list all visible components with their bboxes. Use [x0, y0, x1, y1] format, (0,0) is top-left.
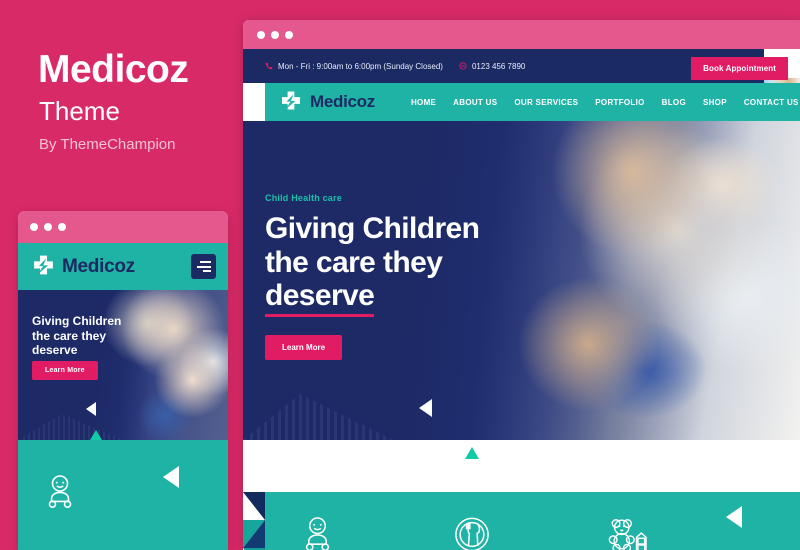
hero-title-line3: deserve	[265, 279, 375, 317]
learn-more-button[interactable]: Learn More	[265, 334, 343, 360]
triangle-up-icon	[465, 447, 479, 459]
mobile-brand[interactable]: Medicoz	[31, 254, 135, 279]
nav-item-home[interactable]: HOME	[411, 98, 436, 107]
book-appointment-button[interactable]: Book Appointment	[691, 57, 788, 80]
site-logo[interactable]: Medicoz	[279, 90, 375, 115]
features-prev-arrow[interactable]	[726, 506, 742, 528]
mobile-hero-title-line3: deserve	[32, 343, 78, 358]
hero-section: Child Health care Giving Children the ca…	[243, 121, 800, 440]
mobile-brand-name: Medicoz	[62, 255, 135, 277]
desktop-browser-chrome	[243, 20, 800, 49]
baby-icon	[301, 516, 454, 550]
mobile-hero-title: Giving Children the care they deserve	[32, 314, 121, 358]
hamburger-menu-icon[interactable]	[191, 254, 216, 279]
chrome-dot	[257, 30, 265, 39]
promo-byline: By ThemeChampion	[39, 136, 176, 153]
triangle-up-icon	[90, 430, 102, 440]
mobile-preview-window: Medicoz Giving Children the care they de…	[18, 211, 228, 550]
medical-cross-bolt-icon	[31, 254, 56, 279]
hero-title: Giving Children the care they deserve	[265, 212, 480, 317]
topbar: Mon - Fri : 9:00am to 6:00pm (Sunday Clo…	[243, 49, 764, 83]
chrome-dot	[58, 223, 66, 231]
hero-prev-arrow[interactable]	[419, 399, 432, 417]
nav-item-contact-us[interactable]: CONTACT US	[744, 98, 799, 107]
promo-panel: Medicoz Theme By ThemeChampion Medicoz G…	[0, 0, 240, 550]
topbar-phone[interactable]: 0123 456 7890	[459, 62, 525, 71]
mobile-navbar: Medicoz	[18, 243, 228, 290]
hero-title-line2: the care they	[265, 245, 443, 279]
nav-item-shop[interactable]: SHOP	[703, 98, 727, 107]
mobile-features-prev-arrow[interactable]	[163, 466, 179, 488]
chrome-dot	[271, 30, 279, 39]
topbar-hours-text: Mon - Fri : 9:00am to 6:00pm (Sunday Clo…	[278, 61, 443, 71]
medical-cross-bolt-icon	[279, 90, 304, 115]
mobile-hero-prev-arrow[interactable]	[86, 402, 96, 416]
topbar-phone-text: 0123 456 7890	[471, 61, 526, 71]
mobile-hero-title-line2: the care they	[32, 328, 107, 343]
mobile-feature-band	[18, 440, 228, 550]
plate-cutlery-icon	[454, 516, 607, 550]
chrome-dot	[44, 223, 52, 231]
site-brand-name: Medicoz	[310, 92, 375, 111]
mobile-hero: Giving Children the care they deserve Le…	[18, 290, 228, 440]
phone-icon	[265, 62, 273, 70]
triangle-pattern-decoration	[243, 492, 265, 550]
hero-title-line1: Giving Children	[265, 212, 480, 245]
clock-icon	[459, 62, 467, 70]
nav-item-about-us[interactable]: ABOUT US	[453, 98, 497, 107]
promo-subtitle: Theme	[39, 96, 120, 126]
hero-copy: Child Health care Giving Children the ca…	[265, 193, 480, 360]
promo-title: Medicoz	[38, 48, 189, 91]
chrome-dot	[285, 30, 293, 39]
baby-icon	[44, 474, 76, 515]
features-band: New-born Care Lorem ipsum dolor sit amet…	[265, 492, 800, 550]
mobile-browser-chrome	[18, 211, 228, 243]
nav-item-blog[interactable]: BLOG	[662, 98, 686, 107]
nav-item-portfolio[interactable]: PORTFOLIO	[595, 98, 644, 107]
mobile-learn-more-button[interactable]: Learn More	[32, 361, 98, 380]
feature-card[interactable]: New-born Care Lorem ipsum dolor sit amet…	[301, 516, 454, 550]
mobile-hero-title-line1: Giving Children	[32, 314, 122, 328]
hero-eyebrow: Child Health care	[265, 193, 342, 203]
nav-item-our-services[interactable]: OUR SERVICES	[514, 98, 578, 107]
main-navigation: Medicoz HOME ABOUT US OUR SERVICES PORTF…	[265, 83, 800, 121]
desktop-preview-window: Mon - Fri : 9:00am to 6:00pm (Sunday Clo…	[243, 20, 800, 550]
topbar-hours: Mon - Fri : 9:00am to 6:00pm (Sunday Clo…	[265, 62, 443, 71]
feature-card[interactable]: Dose of Activity Lorem ipsum dolor sit a…	[454, 516, 607, 550]
website-viewport: Mon - Fri : 9:00am to 6:00pm (Sunday Clo…	[243, 49, 800, 550]
nav-links: HOME ABOUT US OUR SERVICES PORTFOLIO BLO…	[411, 98, 799, 107]
chrome-dot	[30, 223, 38, 231]
